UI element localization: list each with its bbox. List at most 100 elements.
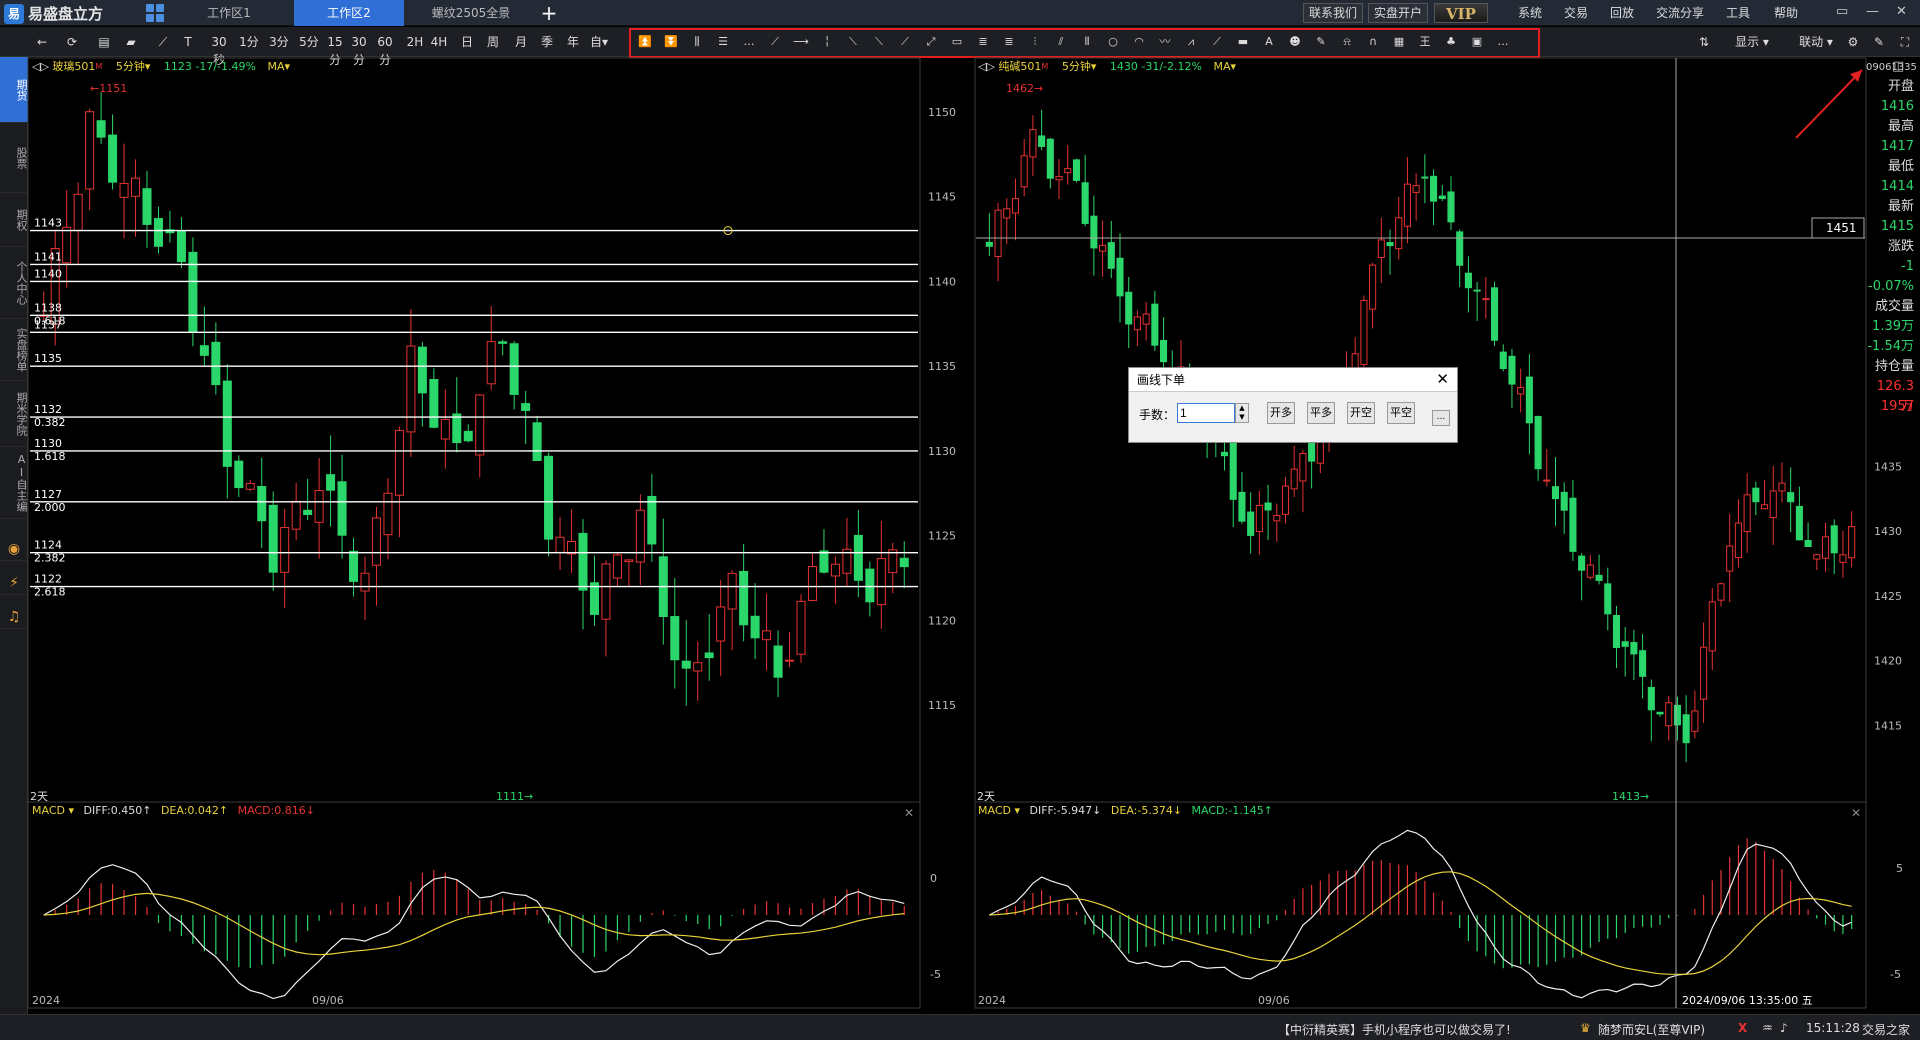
- tab-workspace-2[interactable]: 工作区2: [294, 0, 404, 26]
- display-dropdown[interactable]: 显示 ▾: [1726, 33, 1778, 51]
- right-candle: [1142, 313, 1150, 325]
- right-symbol[interactable]: 纯碱501: [998, 60, 1041, 73]
- link-dropdown[interactable]: 联动 ▾: [1790, 33, 1842, 51]
- left-macd-name[interactable]: MACD: [32, 804, 65, 817]
- pen-draw-icon[interactable]: ✎: [1870, 33, 1888, 51]
- right-candle: [1255, 504, 1263, 532]
- menu-help[interactable]: 帮助: [1774, 0, 1798, 26]
- contact-us-button[interactable]: 联系我们: [1303, 3, 1364, 23]
- right-candle: [1447, 191, 1455, 223]
- menu-replay[interactable]: 回放: [1610, 0, 1634, 26]
- nav-item-4[interactable]: 实盘榜单: [0, 319, 28, 381]
- right-border: [974, 57, 1867, 1009]
- period-4[interactable]: 15分: [322, 33, 348, 67]
- right-candle: [1551, 486, 1560, 500]
- period-5[interactable]: 30分: [346, 33, 372, 67]
- left-candle: [693, 662, 703, 672]
- left-candle: [303, 509, 313, 516]
- close-long-button[interactable]: 平多: [1307, 402, 1335, 424]
- add-tab-button[interactable]: +: [534, 0, 564, 26]
- apps-grid-icon[interactable]: [146, 4, 164, 22]
- open-short-button[interactable]: 开空: [1347, 402, 1375, 424]
- right-candle: [1046, 138, 1054, 179]
- right-period[interactable]: 5分钟: [1062, 60, 1091, 73]
- menu-share[interactable]: 交流分享: [1656, 0, 1704, 26]
- period-0[interactable]: 30秒: [206, 33, 232, 67]
- qty-input[interactable]: [1177, 403, 1235, 423]
- right-candle: [1029, 129, 1037, 158]
- left-indicator[interactable]: MA: [267, 60, 284, 73]
- close-short-button[interactable]: 平空: [1387, 402, 1415, 424]
- period-14[interactable]: 自▾: [586, 33, 612, 51]
- left-symbol[interactable]: 玻璃501: [52, 60, 95, 73]
- save-icon[interactable]: ▤: [96, 33, 112, 51]
- text-tool-icon[interactable]: T: [180, 33, 196, 51]
- period-2[interactable]: 3分: [266, 33, 292, 51]
- annotation-arrow-head: [1850, 70, 1862, 82]
- open-long-button[interactable]: 开多: [1267, 402, 1295, 424]
- qty-stepper[interactable]: ▲ ▼: [1235, 403, 1249, 423]
- tab-rebar-panorama[interactable]: 螺纹2505全景: [414, 0, 528, 26]
- nav-item-6[interactable]: AI自主编: [0, 447, 28, 519]
- period-7[interactable]: 2H: [402, 33, 428, 51]
- refresh-icon[interactable]: ⟳: [64, 33, 80, 51]
- right-candle: [1830, 525, 1838, 554]
- right-candle: [1055, 176, 1063, 181]
- right-candle: [1238, 491, 1246, 522]
- left-candle: [635, 509, 645, 563]
- period-9[interactable]: 日: [454, 33, 480, 51]
- period-11[interactable]: 月: [508, 33, 534, 51]
- right-indicator[interactable]: MA: [1213, 60, 1230, 73]
- right-candle: [1752, 487, 1760, 503]
- open-account-button[interactable]: 实盘开户: [1368, 3, 1429, 23]
- news-marquee[interactable]: 【中衍精英赛】手机小程序也可以做交易了!: [1278, 1021, 1511, 1038]
- close-icon[interactable]: ✕: [1896, 4, 1907, 19]
- left-back-icon[interactable]: ◁▷: [32, 60, 49, 73]
- period-12[interactable]: 季: [534, 33, 560, 51]
- nav-item-2[interactable]: 期权: [0, 193, 28, 247]
- period-6[interactable]: 60分: [372, 33, 398, 67]
- headset-icon[interactable]: ♫: [0, 607, 28, 629]
- period-8[interactable]: 4H: [426, 33, 452, 51]
- left-anchor-point[interactable]: [723, 226, 733, 236]
- fullscreen-icon[interactable]: ⛶: [1896, 33, 1914, 51]
- left-macd-close-icon[interactable]: ✕: [904, 806, 914, 820]
- period-3[interactable]: 5分: [296, 33, 322, 51]
- flash-icon[interactable]: ⚡: [0, 573, 28, 595]
- open-folder-icon[interactable]: ▰: [122, 33, 140, 51]
- left-candle: [153, 218, 163, 247]
- left-candle: [360, 572, 370, 592]
- back-icon[interactable]: ←: [34, 33, 50, 51]
- auto-adjust-icon[interactable]: ⇅: [1694, 33, 1714, 51]
- nav-item-1[interactable]: 股票: [0, 123, 28, 193]
- line-chart-icon[interactable]: ⟋: [154, 33, 172, 51]
- settings-icon[interactable]: ⚙: [1844, 33, 1862, 51]
- dialog-close-icon[interactable]: ✕: [1436, 370, 1449, 388]
- right-macd-close-icon[interactable]: ✕: [1851, 806, 1861, 820]
- right-candle: [1517, 387, 1525, 395]
- tab-workspace-1[interactable]: 工作区1: [176, 0, 282, 26]
- home-link[interactable]: 交易之家: [1862, 1021, 1910, 1038]
- period-10[interactable]: 周: [480, 33, 506, 51]
- nav-item-5[interactable]: 期米学院: [0, 381, 28, 447]
- period-1[interactable]: 1分: [236, 33, 262, 51]
- right-candle: [1299, 452, 1307, 482]
- restore-icon[interactable]: ▭: [1836, 4, 1848, 19]
- left-period[interactable]: 5分钟: [116, 60, 145, 73]
- disconnect-icon[interactable]: X: [1738, 1021, 1747, 1035]
- minimize-icon[interactable]: —: [1866, 4, 1879, 19]
- nav-item-0[interactable]: 期货: [0, 57, 28, 123]
- left-fib-ratio-3: 0.618: [34, 314, 66, 327]
- replay-icon[interactable]: ◉: [0, 539, 28, 561]
- nav-item-3[interactable]: 个人中心: [0, 247, 28, 319]
- menu-tools[interactable]: 工具: [1726, 0, 1750, 26]
- speaker-icon[interactable]: ♪: [1780, 1021, 1788, 1035]
- vip-badge[interactable]: VIP: [1434, 3, 1488, 23]
- dialog-more-button[interactable]: ...: [1432, 410, 1450, 426]
- period-13[interactable]: 年: [560, 33, 586, 51]
- right-back-icon[interactable]: ◁▷: [978, 60, 995, 73]
- user-name[interactable]: 随梦而安L(至尊VIP): [1598, 1021, 1705, 1038]
- menu-trade[interactable]: 交易: [1564, 0, 1588, 26]
- menu-system[interactable]: 系统: [1518, 0, 1542, 26]
- right-macd-name[interactable]: MACD: [978, 804, 1011, 817]
